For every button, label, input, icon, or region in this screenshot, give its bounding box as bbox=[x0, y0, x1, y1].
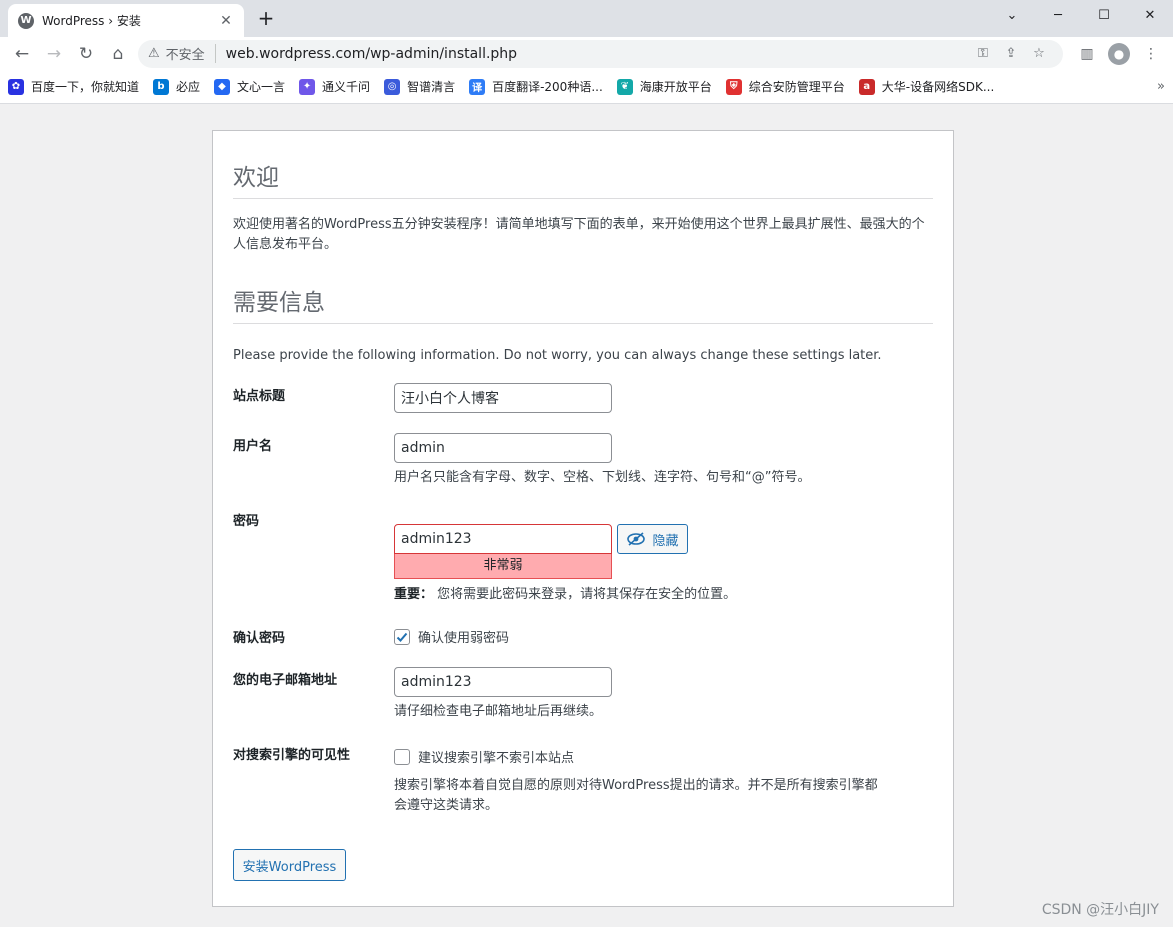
bookmark-baidu-translate[interactable]: 译百度翻译-200种语... bbox=[469, 78, 603, 95]
csdn-watermark: CSDN @汪小白JIY bbox=[1041, 902, 1159, 918]
bookmark-label: 百度一下，你就知道 bbox=[31, 80, 140, 94]
menu-icon[interactable]: ⋮ bbox=[1135, 46, 1167, 62]
baidu-paw-icon: ✿ bbox=[8, 78, 24, 95]
tongyi-star-icon: ✦ bbox=[299, 78, 316, 95]
forward-icon[interactable]: → bbox=[38, 40, 70, 68]
tab-bar: W WordPress › 安装 ✕ + ⌄ ─ ☐ ✕ bbox=[0, 0, 1173, 37]
visibility-label: 对搜索引擎的可见性 bbox=[233, 748, 351, 763]
noindex-checkbox-row[interactable]: 建议搜索引擎不索引本站点 bbox=[394, 747, 878, 766]
email-label: 您的电子邮箱地址 bbox=[233, 673, 338, 688]
info-text: Please provide the following information… bbox=[233, 348, 882, 363]
install-card: 欢迎 欢迎使用著名的WordPress五分钟安装程序！请简单地填写下面的表单，来… bbox=[212, 130, 954, 907]
shield-icon: ⛨ bbox=[725, 78, 742, 95]
email-hint: 请仔细检查电子邮箱地址后再继续。 bbox=[394, 704, 603, 719]
password-label: 密码 bbox=[233, 514, 260, 529]
key-icon[interactable]: ⚿ bbox=[969, 46, 997, 61]
bing-icon: b bbox=[153, 78, 170, 95]
minimize-icon[interactable]: ─ bbox=[1035, 0, 1081, 30]
install-wordpress-button[interactable]: 安装WordPress bbox=[233, 849, 346, 881]
back-icon[interactable]: ← bbox=[6, 40, 38, 68]
url-text[interactable]: web.wordpress.com/wp-admin/install.php bbox=[226, 46, 969, 62]
eye-slash-icon bbox=[627, 532, 646, 546]
confirm-weak-label: 确认使用弱密码 bbox=[418, 631, 510, 646]
not-secure-label[interactable]: 不安全 bbox=[166, 44, 216, 63]
site-title-label: 站点标题 bbox=[233, 389, 286, 404]
email-input[interactable]: admin123 bbox=[394, 667, 612, 697]
bookmark-tongyi[interactable]: ✦ 通义千问 bbox=[299, 78, 370, 95]
browser-toolbar: ← → ↻ ⌂ ⚠ 不安全 web.wordpress.com/wp-admin… bbox=[0, 37, 1173, 70]
checkmark-icon bbox=[396, 632, 408, 642]
visibility-hint-line-2: 会遵守这类请求。 bbox=[394, 798, 499, 813]
important-text: 您将需要此密码来登录，请将其保存在安全的位置。 bbox=[437, 587, 737, 602]
noindex-checkbox[interactable] bbox=[394, 748, 410, 765]
chevron-down-icon[interactable]: ⌄ bbox=[989, 0, 1035, 30]
hide-button-label: 隐藏 bbox=[652, 533, 679, 549]
bookmarks-bar: ✿ 百度一下，你就知道 b 必应 ◆ 文心一言 ✦ 通义千问 ◎ 智谱清言 译百度翻译-2… bbox=[0, 70, 1173, 104]
close-window-icon[interactable]: ✕ bbox=[1127, 0, 1173, 30]
share-icon[interactable]: ⇪ bbox=[997, 46, 1025, 61]
bookmark-label: 必应 bbox=[176, 80, 201, 94]
hide-password-button[interactable]: 隐藏 bbox=[617, 524, 688, 554]
translate-icon: 译 bbox=[469, 78, 486, 95]
star-icon[interactable]: ☆ bbox=[1025, 46, 1053, 61]
window-controls: ⌄ ─ ☐ ✕ bbox=[989, 0, 1173, 30]
new-tab-icon[interactable]: + bbox=[256, 8, 276, 28]
bookmark-label: 文心一言 bbox=[237, 80, 286, 94]
site-title-input[interactable]: 汪小白个人博客 bbox=[394, 383, 612, 413]
bookmark-dahua[interactable]: a 大华-设备网络SDK... bbox=[858, 78, 995, 95]
bookmark-label: 通义千问 bbox=[322, 80, 371, 94]
active-tab[interactable]: W WordPress › 安装 ✕ bbox=[8, 4, 244, 37]
bookmark-security-platform[interactable]: ⛨ 综合安防管理平台 bbox=[725, 78, 845, 95]
bookmark-zhipu[interactable]: ◎ 智谱清言 bbox=[384, 78, 455, 95]
password-important-note: 重要： 您将需要此密码来登录，请将其保存在安全的位置。 bbox=[394, 585, 736, 605]
password-input[interactable]: admin123 bbox=[394, 524, 612, 554]
noindex-label: 建议搜索引擎不索引本站点 bbox=[418, 751, 575, 766]
bookmark-label: 百度翻译-200种语... bbox=[492, 80, 603, 94]
dahua-icon: a bbox=[858, 78, 875, 95]
warning-icon[interactable]: ⚠ bbox=[148, 46, 160, 61]
info-heading: 需要信息 bbox=[233, 283, 933, 324]
important-label: 重要： bbox=[394, 587, 434, 602]
bookmark-bing[interactable]: b 必应 bbox=[153, 78, 200, 95]
password-strength-meter: 非常弱 bbox=[394, 554, 612, 579]
username-hint: 用户名只能含有字母、数字、空格、下划线、连字符、句号和“@”符号。 bbox=[394, 470, 811, 485]
bookmark-label: 海康开放平台 bbox=[639, 80, 712, 94]
bookmark-label: 大华-设备网络SDK... bbox=[881, 80, 995, 94]
confirm-label: 确认密码 bbox=[233, 631, 286, 646]
zhipu-ring-icon: ◎ bbox=[384, 78, 401, 95]
username-label: 用户名 bbox=[233, 439, 273, 454]
tab-title: WordPress › 安装 bbox=[42, 14, 141, 28]
username-input[interactable]: admin bbox=[394, 433, 612, 463]
bookmark-hikvision[interactable]: ❦ 海康开放平台 bbox=[616, 78, 712, 95]
bookmark-label: 智谱清言 bbox=[407, 80, 456, 94]
bookmark-baidu[interactable]: ✿ 百度一下，你就知道 bbox=[8, 78, 139, 95]
bookmark-label: 综合安防管理平台 bbox=[748, 80, 845, 94]
reload-icon[interactable]: ↻ bbox=[70, 40, 102, 68]
more-bookmarks-icon[interactable]: » bbox=[1157, 79, 1165, 94]
sidepanel-icon[interactable]: ▥ bbox=[1071, 46, 1103, 62]
maximize-icon[interactable]: ☐ bbox=[1081, 0, 1127, 30]
wordpress-icon: W bbox=[18, 12, 34, 29]
welcome-heading: 欢迎 bbox=[233, 158, 933, 199]
page-scrollbar[interactable] bbox=[1159, 104, 1173, 927]
home-icon[interactable]: ⌂ bbox=[102, 40, 134, 68]
confirm-weak-checkbox-row[interactable]: 确认使用弱密码 bbox=[394, 627, 509, 646]
bookmark-wenxin[interactable]: ◆ 文心一言 bbox=[214, 78, 285, 95]
wenxin-cube-icon: ◆ bbox=[214, 78, 231, 95]
visibility-hint-line-1: 搜索引擎将本着自觉自愿的原则对待WordPress提出的请求。并不是所有搜索引擎… bbox=[394, 778, 878, 793]
welcome-text: 欢迎使用著名的WordPress五分钟安装程序！请简单地填写下面的表单，来开始使… bbox=[233, 217, 925, 252]
address-bar[interactable]: ⚠ 不安全 web.wordpress.com/wp-admin/install… bbox=[138, 39, 1063, 68]
hikvision-leaf-icon: ❦ bbox=[616, 78, 633, 95]
confirm-weak-checkbox[interactable] bbox=[394, 628, 410, 645]
profile-icon[interactable]: ● bbox=[1108, 42, 1130, 65]
close-icon[interactable]: ✕ bbox=[218, 13, 234, 29]
